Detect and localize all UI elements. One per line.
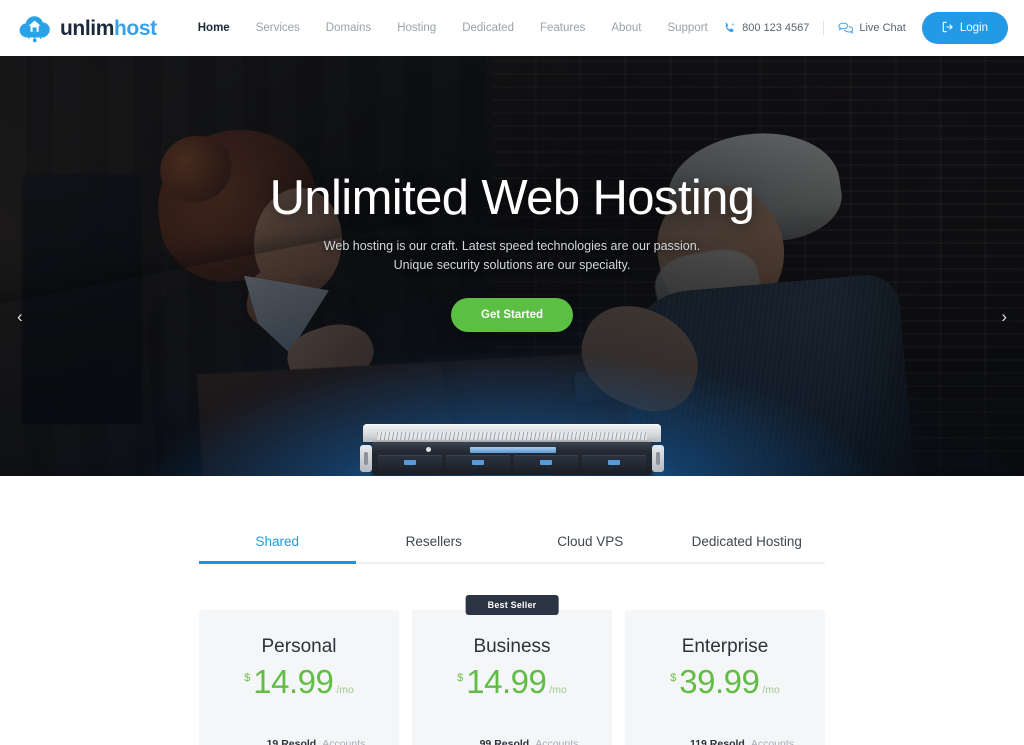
price-period: /mo	[762, 684, 780, 696]
plan-features: 119 Resold Accounts 119 GB Storage	[643, 729, 807, 745]
sign-in-icon	[942, 21, 954, 36]
brand-logo[interactable]: unlimhost	[18, 13, 157, 43]
plan-feature: 119 Resold Accounts	[643, 729, 807, 745]
hero-title: Unlimited Web Hosting	[269, 171, 755, 225]
hero-subtitle-line-2: Unique security solutions are our specia…	[393, 258, 631, 273]
brand-part-1: unlim	[60, 16, 114, 40]
server-top-cover	[363, 424, 661, 442]
nav-item-services[interactable]: Services	[243, 0, 313, 56]
login-label: Login	[959, 22, 988, 34]
login-button[interactable]: Login	[921, 12, 1008, 44]
feature-value: 99 Resold	[479, 738, 530, 745]
hero-subtitle-line-1: Web hosting is our craft. Latest speed t…	[323, 238, 701, 253]
plan-name: Personal	[261, 636, 337, 657]
site-header: unlimhost Home Services Domains Hosting …	[0, 0, 1024, 56]
live-chat-label: Live Chat	[859, 22, 906, 34]
tab-dedicated-hosting[interactable]: Dedicated Hosting	[669, 524, 826, 562]
plan-features: 99 Resold Accounts 99 GB Storage	[430, 729, 594, 745]
plan-price: $ 39.99 /mo	[643, 663, 807, 701]
brand-part-2: host	[114, 16, 157, 40]
price-currency: $	[457, 672, 464, 684]
plan-feature: 19 Resold Accounts	[217, 729, 381, 745]
plan-name: Enterprise	[681, 636, 769, 657]
price-period: /mo	[336, 684, 354, 696]
phone-contact[interactable]: 800 123 4567	[723, 22, 823, 35]
brand-wordmark: unlimhost	[60, 18, 157, 39]
pricing-card-business[interactable]: Best Seller Business $ 14.99 /mo 99 Reso…	[412, 595, 612, 745]
plan-price: $ 14.99 /mo	[217, 663, 381, 701]
nav-item-dedicated[interactable]: Dedicated	[449, 0, 527, 56]
server-unit	[360, 442, 664, 475]
chevron-left-icon[interactable]: ‹	[17, 308, 23, 325]
feature-value: 19 Resold	[266, 738, 317, 745]
nav-item-support[interactable]: Support	[654, 0, 720, 56]
phone-icon	[723, 22, 736, 35]
chevron-right-icon[interactable]: ›	[1001, 308, 1007, 325]
price-currency: $	[244, 672, 251, 684]
hero-content: Unlimited Web Hosting Web hosting is our…	[0, 56, 1024, 332]
price-amount: 14.99	[466, 663, 547, 700]
header-utility-area: 800 123 4567 Live Chat Login	[723, 12, 1008, 44]
main-navigation: Home Services Domains Hosting Dedicated …	[185, 0, 721, 56]
price-period: /mo	[549, 684, 567, 696]
pricing-card-personal[interactable]: Personal $ 14.99 /mo 19 Resold Accounts …	[199, 610, 399, 745]
hero-subtitle: Web hosting is our craft. Latest speed t…	[0, 237, 1024, 276]
plan-price: $ 14.99 /mo	[430, 663, 594, 701]
price-amount: 39.99	[679, 663, 760, 700]
feature-value: 119 Resold	[689, 738, 745, 745]
nav-item-hosting[interactable]: Hosting	[384, 0, 449, 56]
chat-bubbles-icon	[838, 22, 854, 35]
feature-label: Accounts	[535, 738, 579, 745]
best-seller-badge: Best Seller	[465, 595, 559, 615]
cloud-home-icon	[18, 13, 52, 43]
feature-label: Accounts	[322, 738, 366, 745]
nav-item-about[interactable]: About	[598, 0, 654, 56]
hosting-type-tabs: Shared Resellers Cloud VPS Dedicated Hos…	[199, 524, 825, 564]
phone-number: 800 123 4567	[742, 22, 810, 34]
plan-features: 19 Resold Accounts 19 GB Storage	[217, 729, 381, 745]
tab-resellers[interactable]: Resellers	[356, 524, 513, 562]
tab-cloud-vps[interactable]: Cloud VPS	[512, 524, 669, 562]
plan-feature: 99 Resold Accounts	[430, 729, 594, 745]
get-started-button[interactable]: Get Started	[451, 297, 573, 332]
pricing-cards: Personal $ 14.99 /mo 19 Resold Accounts …	[199, 595, 825, 745]
nav-item-features[interactable]: Features	[527, 0, 598, 56]
pricing-card-enterprise[interactable]: Enterprise $ 39.99 /mo 119 Resold Accoun…	[625, 610, 825, 745]
tab-shared[interactable]: Shared	[199, 524, 356, 564]
server-rack-illustration	[360, 424, 664, 476]
live-chat-link[interactable]: Live Chat	[824, 22, 921, 35]
price-currency: $	[670, 672, 677, 684]
pricing-section: Shared Resellers Cloud VPS Dedicated Hos…	[0, 476, 1024, 745]
price-amount: 14.99	[253, 663, 334, 700]
hero-carousel: Unlimited Web Hosting Web hosting is our…	[0, 56, 1024, 476]
feature-label: Accounts	[750, 738, 795, 745]
nav-item-home[interactable]: Home	[185, 0, 243, 56]
plan-name: Business	[473, 636, 551, 657]
nav-item-domains[interactable]: Domains	[313, 0, 384, 56]
